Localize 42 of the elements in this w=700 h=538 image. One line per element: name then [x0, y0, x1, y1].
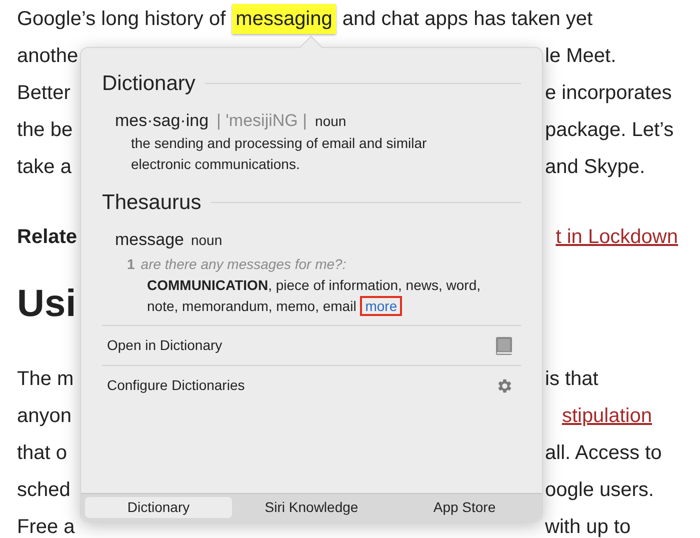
article-text: all. Access to — [545, 440, 662, 466]
section-title: Thesaurus — [102, 190, 202, 216]
section-title: Dictionary — [102, 71, 196, 97]
article-text: take a — [17, 154, 72, 180]
article-text: Better — [17, 80, 70, 106]
article-text: is that — [545, 366, 598, 392]
article-text: anothe — [17, 44, 78, 68]
more-link[interactable]: more — [360, 296, 402, 316]
book-icon — [495, 336, 513, 356]
synonyms-text: COMMUNICATION, piece of information, news, word, note, memorandum, memo, email more — [146, 276, 482, 317]
article-text: package. Let’s — [545, 118, 674, 142]
heading-text: Usi — [17, 282, 76, 326]
article-text: Free a — [17, 514, 75, 538]
headword: message — [115, 228, 184, 250]
article-text: and chat apps has taken yet — [342, 6, 593, 32]
pronunciation: | 'mesijiNG | — [216, 110, 308, 132]
article-text: The m — [17, 366, 74, 392]
related-label: Relate — [17, 224, 78, 250]
article-text: Google’s long history of — [17, 6, 226, 32]
article-link[interactable]: t in Lockdown — [556, 222, 678, 252]
article-text: oogle users. — [545, 478, 654, 502]
article-text: the be — [17, 118, 73, 142]
highlighted-word: messaging — [232, 4, 336, 34]
tab[interactable]: Dictionary — [85, 497, 232, 518]
sense-number: 1 — [127, 255, 135, 274]
menu-item[interactable]: Configure Dictionaries — [102, 365, 521, 405]
definition-text: the sending and processing of email and similar electronic communications. — [130, 134, 428, 174]
article-text: that o — [17, 440, 68, 466]
part-of-speech: noun — [315, 112, 346, 130]
part-of-speech: noun — [190, 230, 222, 250]
article-text: e incorporates — [545, 80, 672, 106]
article-text: le Meet. — [545, 44, 616, 68]
article-text: and Skype. — [545, 154, 646, 180]
example-text: are there any messages for me?: — [140, 255, 346, 274]
tab[interactable]: Siri Knowledge — [238, 497, 385, 518]
article-link[interactable]: stipulation — [562, 400, 652, 430]
menu-item[interactable]: Open in Dictionary — [102, 325, 521, 365]
article-text: with up to — [545, 514, 631, 538]
article-text: anyon — [17, 404, 72, 428]
headword: mes·sag·ing — [115, 110, 209, 132]
article-text: sched — [17, 478, 70, 502]
tab[interactable]: App Store — [391, 497, 538, 518]
